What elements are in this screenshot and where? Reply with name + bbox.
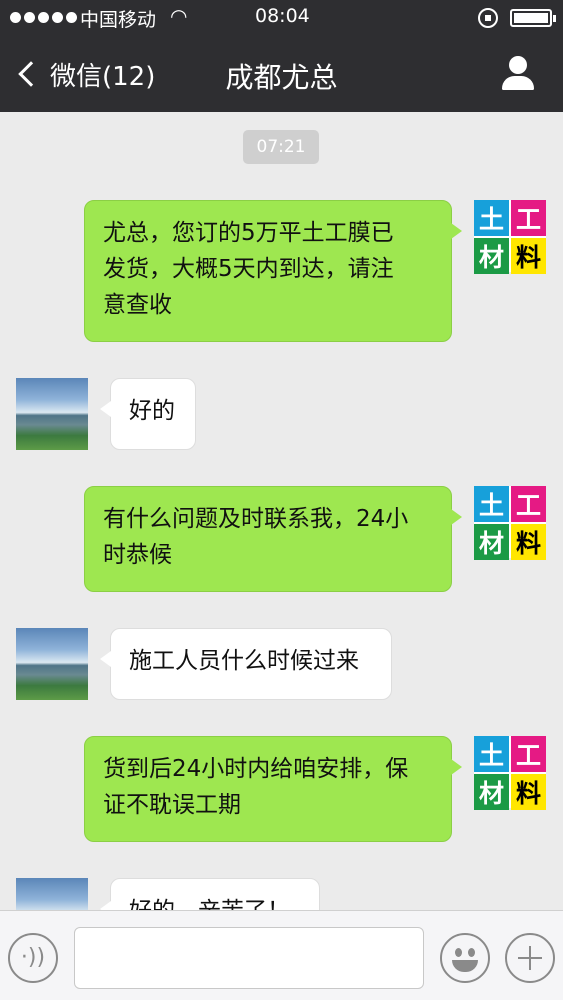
message-line: 尤总，您订的5万平土工膜已 [103,220,394,246]
voice-icon: ·)) [20,945,46,970]
rotation-lock-icon [478,8,498,28]
contact-avatar[interactable] [16,878,88,910]
wifi-icon: ◠ [170,4,188,28]
message-line: 有什么问题及时联系我，24小 [103,506,409,532]
message-line: 货到后24小时内给咱安排，保 [103,756,409,782]
emoji-button[interactable] [440,933,490,983]
more-options-button[interactable] [505,933,555,983]
message-input[interactable] [74,927,424,989]
my-avatar[interactable]: 土工 材料 [474,486,546,560]
message-line: 施工人员什么时候过来 [129,648,359,674]
message-bubble-outgoing[interactable]: 有什么问题及时联系我，24小 时恭候 [84,486,462,592]
chat-title: 成都尤总 [225,61,338,94]
my-avatar[interactable]: 土工 材料 [474,200,546,274]
my-avatar[interactable]: 土工 材料 [474,736,546,810]
message-line: 好的，辛苦了！ [129,893,301,910]
contact-avatar[interactable] [16,378,88,450]
message-line: 意查收 [103,292,172,318]
status-bar: 中国移动 ◠ 08:04 [0,0,563,36]
signal-icon [10,12,77,23]
message-line: 证不耽误工期 [103,792,241,818]
contact-avatar[interactable] [16,628,88,700]
message-bubble-incoming[interactable]: 好的 [100,378,196,450]
message-bubble-incoming[interactable]: 好的，辛苦了！ [100,878,320,910]
status-time: 08:04 [255,5,310,27]
message-bubble-outgoing[interactable]: 货到后24小时内给咱安排，保 证不耽误工期 [84,736,462,842]
message-bubble-incoming[interactable]: 施工人员什么时候过来 [100,628,392,700]
message-bubble-outgoing[interactable]: 尤总，您订的5万平土工膜已 发货，大概5天内到达，请注 意查收 [84,200,462,342]
chat-area[interactable]: 07:21 尤总，您订的5万平土工膜已 发货，大概5天内到达，请注 意查收 土工… [0,112,563,910]
voice-input-button[interactable]: ·)) [8,933,58,983]
carrier-name: 中国移动 [80,9,157,31]
input-bar: ·)) [0,910,563,1000]
message-line: 好的 [129,398,175,424]
message-timestamp: 07:21 [243,130,319,164]
battery-icon [510,9,556,27]
contact-info-icon[interactable] [500,56,536,90]
message-line: 时恭候 [103,542,172,568]
top-bar: 中国移动 ◠ 08:04 微信(12) 成都尤总 [0,0,563,112]
message-line: 发货，大概5天内到达，请注 [103,256,394,282]
